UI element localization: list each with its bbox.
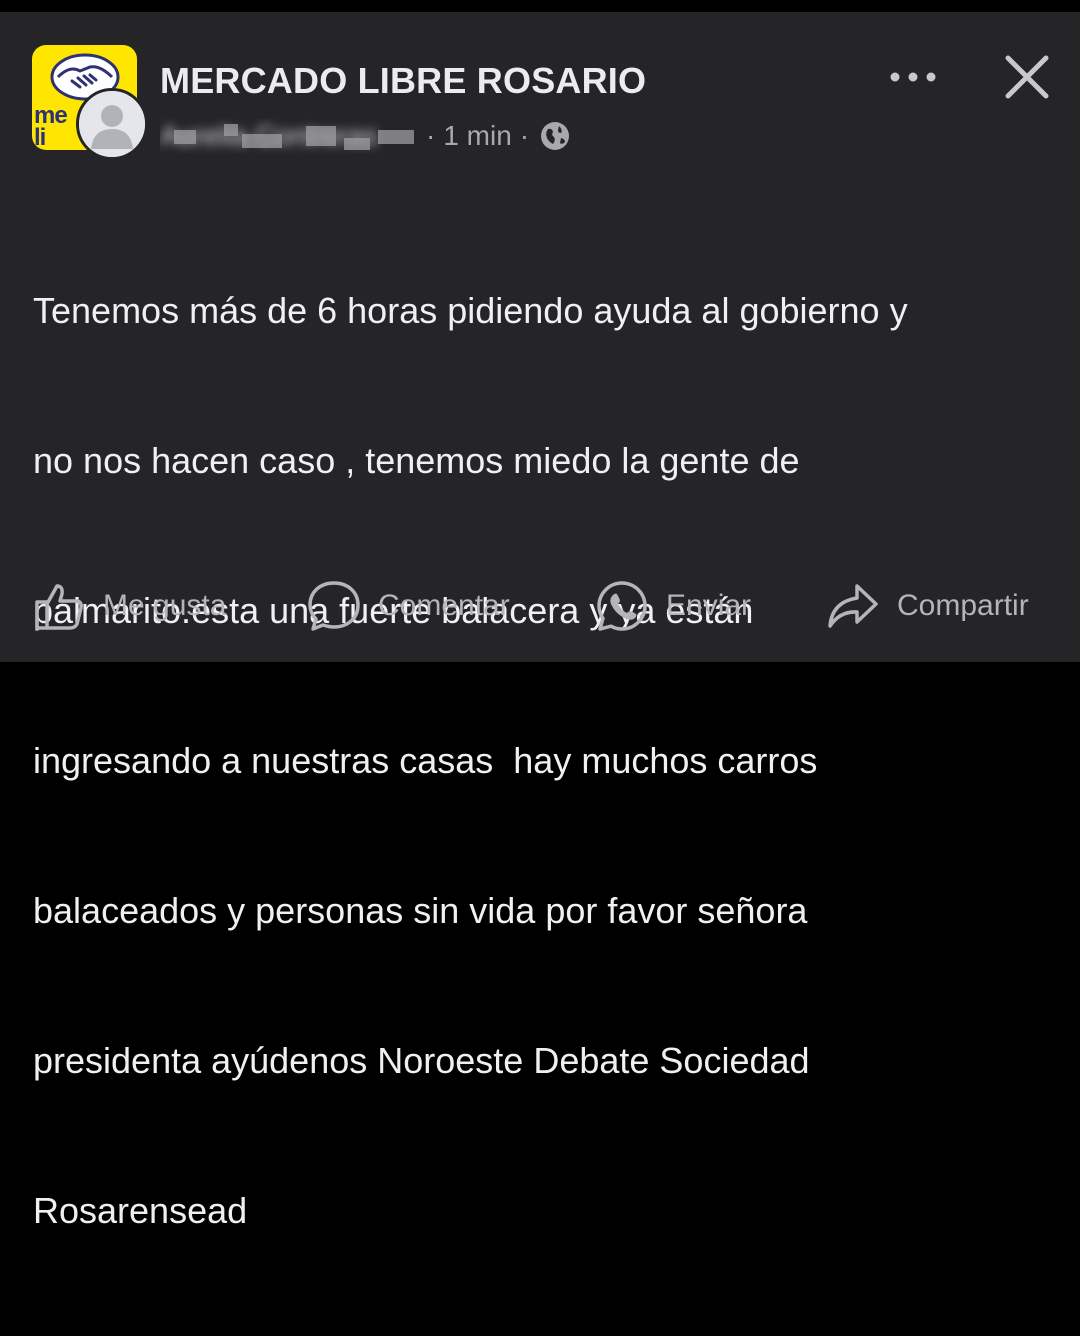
- group-name[interactable]: MERCADO LIBRE ROSARIO: [160, 60, 646, 102]
- close-icon: [1005, 55, 1049, 99]
- meta-separator: ·: [519, 120, 530, 151]
- default-user-icon: [79, 91, 145, 157]
- close-button[interactable]: [996, 46, 1058, 108]
- more-options-button[interactable]: [880, 52, 946, 102]
- share-label: Compartir: [897, 589, 1029, 622]
- share-arrow-icon: [828, 584, 878, 628]
- like-label: Me gusta: [103, 589, 227, 622]
- whatsapp-icon: [597, 581, 647, 631]
- comment-button[interactable]: Comentar: [308, 578, 510, 634]
- like-button[interactable]: Me gusta: [33, 578, 226, 634]
- post-text-line: Tenemos más de 6 horas pidiendo ayuda al…: [33, 290, 908, 331]
- send-label: Enviar: [666, 589, 752, 622]
- post-text-line: Rosarensead: [33, 1190, 248, 1231]
- meta-separator: ·: [426, 120, 436, 151]
- author-name-blurred[interactable]: Aurelia Contreras: [160, 118, 418, 154]
- post-text-line: balaceados y personas sin vida por favor…: [33, 890, 808, 931]
- post-body: Tenemos más de 6 horas pidiendo ayuda al…: [33, 186, 1063, 1336]
- comment-bubble-icon: [308, 581, 360, 631]
- post-card: meli MERCADO LIBRE ROSARIO Aurelia Contr…: [0, 12, 1080, 1231]
- thumbs-up-icon: [35, 584, 83, 630]
- post-text-line: ingresando a nuestras casas hay muchos c…: [33, 740, 818, 781]
- post-meta: Aurelia Contreras · 1 min ·: [160, 116, 571, 156]
- share-button[interactable]: Compartir: [827, 578, 1029, 634]
- post-actions-bar: Me gusta Comentar Enviar Compartir: [0, 578, 1080, 634]
- post-text-line: no nos hacen caso , tenemos miedo la gen…: [33, 440, 800, 481]
- author-avatar[interactable]: [76, 88, 148, 160]
- send-button[interactable]: Enviar: [596, 578, 751, 634]
- group-logo-text: me li: [34, 102, 68, 150]
- post-text-line: presidenta ayúdenos Noroeste Debate Soci…: [33, 1040, 810, 1081]
- more-horizontal-icon: [890, 72, 936, 82]
- globe-icon: [541, 122, 570, 150]
- post-time[interactable]: 1 min: [443, 120, 511, 152]
- comment-label: Comentar: [378, 589, 510, 622]
